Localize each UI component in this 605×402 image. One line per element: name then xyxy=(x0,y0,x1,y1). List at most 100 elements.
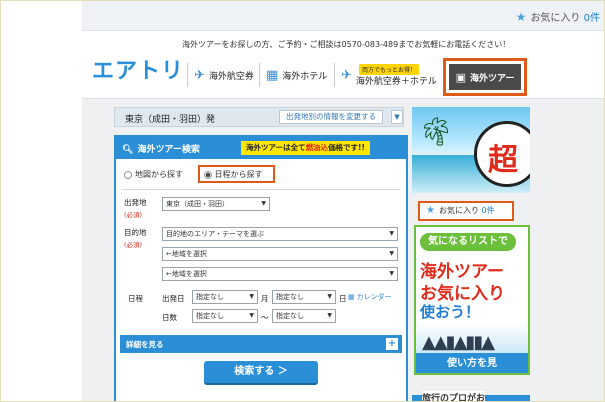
radio-map-label: 地図から探す xyxy=(135,170,183,179)
how-to-button[interactable]: 使い方を見 xyxy=(416,353,528,373)
month-select[interactable]: 指定なし ▼ xyxy=(192,290,258,304)
favorites-link[interactable]: ★ お気に入り 0件 xyxy=(516,9,600,24)
site-logo[interactable]: エアトリ xyxy=(92,53,184,85)
promo-banner[interactable]: 🌴︎ 超 xyxy=(412,107,530,193)
search-title-text: 海外ツアー検索 xyxy=(137,145,200,155)
nav-tours-highlight[interactable]: ▣ 海外ツアー xyxy=(443,58,527,96)
city-skyline-graphic: ▲▲▮▲▮▮▲ xyxy=(416,323,528,353)
sidebar-favorites-count: 0件 xyxy=(481,206,495,215)
dropdown-arrow-icon: ▼ xyxy=(249,312,254,319)
nav-flights[interactable]: ✈ 海外航空券 xyxy=(187,63,254,87)
left-margin xyxy=(1,1,82,401)
days-to-value: 指定なし xyxy=(276,312,304,320)
dest-region-select-2[interactable]: ←地域を選択 ▼ xyxy=(162,267,398,281)
bottom-heading: 旅行のプロがお xyxy=(422,391,486,401)
star-icon: ★ xyxy=(426,205,435,216)
search-icon: 🔍︎ xyxy=(122,145,134,155)
dest-region-value-2: ←地域を選択 xyxy=(166,270,207,278)
tour-search-panel: 🔍︎ 海外ツアー検索 海外ツアーは全て燃油込価格です!! 地図から探す 日程から探… xyxy=(114,135,408,401)
favorites-ad[interactable]: 気になるリストで 海外ツアー お気に入り 使おう！ ▲▲▮▲▮▮▲ 使い方を見 xyxy=(414,225,530,375)
dropdown-arrow-icon: ▼ xyxy=(389,230,394,237)
origin-select-value: 東京（成田・羽田） xyxy=(166,200,229,208)
divider xyxy=(122,189,400,190)
details-toggle[interactable]: 詳細を見る + xyxy=(120,335,402,353)
nav-hotels[interactable]: ▦ 海外ホテル xyxy=(259,63,327,87)
day-select[interactable]: 指定なし ▼ xyxy=(272,290,336,304)
plus-icon: + xyxy=(386,338,398,350)
days-label: 日数 xyxy=(162,313,177,322)
calendar-link-label: カレンダー xyxy=(356,293,392,301)
days-to-select[interactable]: 指定なし ▼ xyxy=(272,309,336,323)
search-title: 🔍︎ 海外ツアー検索 xyxy=(122,142,200,155)
banner-highlight: 燃油込 xyxy=(305,143,329,152)
departure-bar: 東京（成田・羽田）発 出発地別の情報を変更する ▼ xyxy=(114,107,404,127)
days-from-select[interactable]: 指定なし ▼ xyxy=(192,309,258,323)
dropdown-arrow-icon: ▼ xyxy=(249,293,254,300)
origin-label: 出発地 (必須) xyxy=(124,197,147,219)
calendar-link[interactable]: ▦ カレンダー xyxy=(348,292,392,302)
top-utility-bar: ★ お気に入り 0件 xyxy=(82,1,604,31)
dest-region-select-1[interactable]: ←地域を選択 ▼ xyxy=(162,247,398,261)
ad-pill: 気になるリストで xyxy=(420,233,516,251)
nav-flights-label: 海外航空券 xyxy=(208,71,254,82)
page-frame: ★ お気に入り 0件 海外ツアーをお探しの方、ご予約・ご相談は0570-083-4… xyxy=(0,0,605,402)
change-departure-button[interactable]: 出発地別の情報を変更する xyxy=(279,110,383,124)
search-header: 🔍︎ 海外ツアー検索 海外ツアーは全て燃油込価格です!! xyxy=(116,137,406,159)
palm-tree-icon: 🌴︎ xyxy=(418,115,454,148)
day-unit: 日 xyxy=(339,294,347,303)
search-button[interactable]: 検索する ＞ xyxy=(204,361,318,383)
sidebar: 🌴︎ 超 ★ お気に入り 0件 気になるリストで 海外ツアー お気に入り 使おう！… xyxy=(412,107,530,401)
dropdown-arrow-icon: ▼ xyxy=(327,312,332,319)
airplane-icon: ✈ xyxy=(194,67,205,83)
origin-label-text: 出発地 xyxy=(124,198,147,207)
tilde: 〜 xyxy=(261,313,269,322)
dropdown-arrow-icon: ▼ xyxy=(261,200,266,207)
dropdown-arrow-icon: ▼ xyxy=(327,293,332,300)
required-badge: (必須) xyxy=(124,211,143,219)
month-unit: 月 xyxy=(261,294,269,303)
nav-flight-hotel[interactable]: ✈ 海外航空券＋ホテル xyxy=(334,63,437,87)
star-icon: ★ xyxy=(515,10,527,24)
nav-tours-label: 海外ツアー xyxy=(469,73,515,84)
nav-tours[interactable]: ▣ 海外ツアー xyxy=(449,64,521,90)
dest-label: 目的地 (必須) xyxy=(124,227,147,249)
ad-line-3: 使おう！ xyxy=(420,303,481,321)
promo-kanji: 超 xyxy=(488,143,518,178)
building-icon: ▦ xyxy=(266,67,279,83)
fuel-included-banner: 海外ツアーは全て燃油込価格です!! xyxy=(241,141,370,155)
banner-pre: 海外ツアーは全て xyxy=(246,143,306,152)
radio-date-highlight xyxy=(198,165,275,183)
nav-hotels-label: 海外ホテル xyxy=(282,71,328,82)
schedule-label: 日程 xyxy=(128,294,143,303)
days-from-value: 指定なし xyxy=(196,312,224,320)
radio-button[interactable] xyxy=(124,170,132,179)
dest-area-select[interactable]: 目的地のエリア・テーマを選ぶ ▼ xyxy=(162,227,398,241)
details-label: 詳細を見る xyxy=(126,340,164,349)
phone-notice: 海外ツアーをお探しの方、ご予約・ご相談は0570-083-489までお気軽にお電… xyxy=(182,40,511,49)
dropdown-arrow-icon: ▼ xyxy=(389,250,394,257)
banner-post: 価格です!! xyxy=(328,143,365,152)
depart-label: 出発日 xyxy=(162,294,185,303)
required-badge: (必須) xyxy=(124,241,143,249)
site-header: 海外ツアーをお探しの方、ご予約・ご相談は0570-083-489までお気軽にお電… xyxy=(82,31,604,99)
airplane-hotel-icon: ✈ xyxy=(341,67,352,83)
departure-label: 東京（成田・羽田）発 xyxy=(125,115,216,125)
dest-region-value-1: ←地域を選択 xyxy=(166,250,207,258)
favorites-label: お気に入り xyxy=(530,13,581,24)
dest-label-text: 目的地 xyxy=(124,228,147,237)
main-area: ★ お気に入り 0件 海外ツアーをお探しの方、ご予約・ご相談は0570-083-4… xyxy=(82,1,604,401)
skyline-icon: ▲▲▮▲▮▮▲ xyxy=(422,332,495,353)
dropdown-arrow-icon: ▼ xyxy=(389,270,394,277)
sidebar-favorites-label: お気に入り xyxy=(438,206,479,215)
day-value: 指定なし xyxy=(276,293,304,301)
month-value: 指定なし xyxy=(196,293,224,301)
favorites-count: 0件 xyxy=(583,13,600,24)
calendar-icon: ▦ xyxy=(348,293,355,301)
departure-dropdown-button[interactable]: ▼ xyxy=(391,110,403,124)
sidebar-favorites[interactable]: ★ お気に入り 0件 xyxy=(418,201,514,221)
suitcase-icon: ▣ xyxy=(455,70,466,84)
radio-map[interactable]: 地図から探す xyxy=(124,169,183,180)
dest-area-value: 目的地のエリア・テーマを選ぶ xyxy=(166,230,264,238)
origin-select[interactable]: 東京（成田・羽田） ▼ xyxy=(162,197,270,211)
nav-flight-hotel-label: 海外航空券＋ホテル xyxy=(355,76,437,87)
